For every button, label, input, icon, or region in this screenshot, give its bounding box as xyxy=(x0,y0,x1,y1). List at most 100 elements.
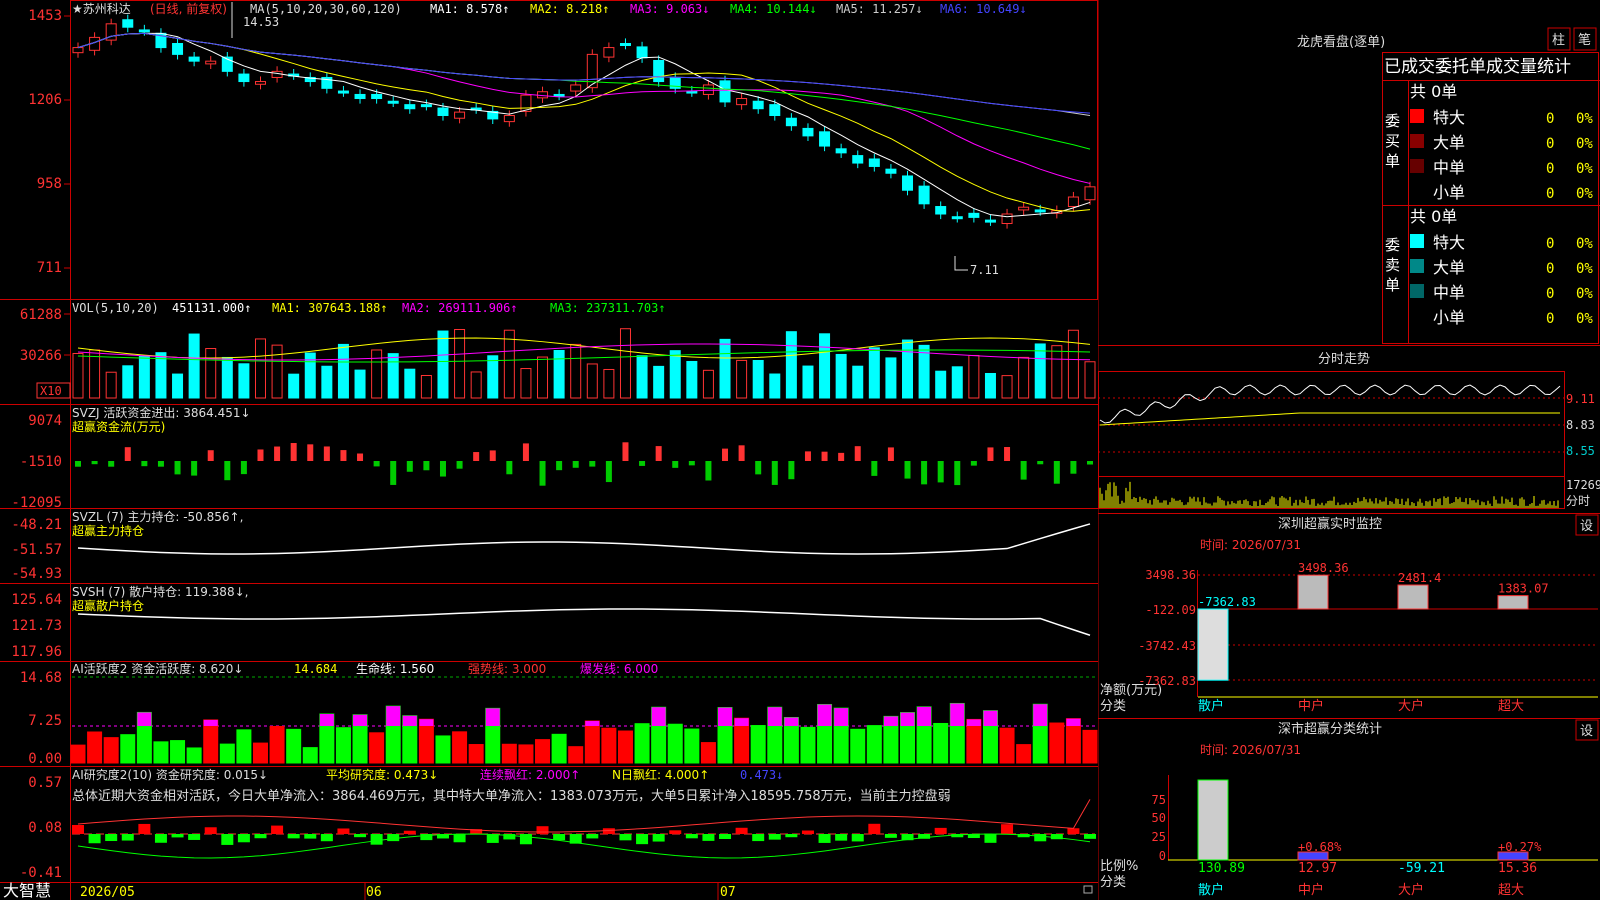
ai2-bar xyxy=(237,834,250,843)
ai2-bar xyxy=(619,834,632,841)
sell-total: 共 0单 xyxy=(1410,207,1457,226)
row-count: 0 xyxy=(1546,261,1554,277)
vol-unit: X10 xyxy=(40,384,62,398)
ai1-tick: 14.68 xyxy=(20,670,62,686)
svzj-bar xyxy=(290,443,297,461)
ai2-bar xyxy=(818,834,831,843)
ai1-bar xyxy=(634,723,650,764)
svzj-tick: -1510 xyxy=(20,454,62,470)
svzj-bar xyxy=(539,461,546,486)
svzj-bar xyxy=(937,461,944,483)
classify-tick: 50 xyxy=(1152,811,1166,825)
row-name: 小单 xyxy=(1433,183,1465,202)
row-color-swatch xyxy=(1410,134,1424,148)
svzj-tick: 9074 xyxy=(28,413,62,429)
volume-bar xyxy=(951,366,963,399)
volume-bar xyxy=(271,344,283,399)
svzj-bar xyxy=(970,461,977,466)
intraday-title: 分时走势 xyxy=(1318,351,1370,367)
ai1-bar-top xyxy=(137,712,152,726)
ai1-bar-top xyxy=(900,712,915,726)
classify-bar-value: 15.36 xyxy=(1498,861,1537,876)
volume-bar xyxy=(321,365,333,399)
ai2-bar xyxy=(851,834,864,842)
ai1-bar xyxy=(1016,744,1032,764)
ai1-bar-top xyxy=(419,719,434,726)
svsh-sub: 超赢散户持仓 xyxy=(72,598,144,613)
volume-bar xyxy=(205,348,217,399)
svzj-bar xyxy=(522,443,529,461)
lock-icon[interactable] xyxy=(1083,885,1093,894)
ai1-bar-top xyxy=(319,713,334,726)
ai2-bar xyxy=(88,834,101,844)
ai1-bar-top xyxy=(834,708,849,726)
svzj-bar xyxy=(506,461,513,475)
ai2-bar xyxy=(702,834,715,841)
volume-bar xyxy=(702,369,714,399)
svzj-bar xyxy=(1087,461,1093,465)
svsh-label: SVSH (7) 散户持仓: 119.388↓, xyxy=(72,584,248,599)
ma4-value: MA4: 10.144↓ xyxy=(730,2,817,16)
ai2-bar xyxy=(72,824,84,834)
ai1-bar-top xyxy=(718,707,733,726)
main-chart-area[interactable]: ★苏州科达 (日线, 前复权) MA(5,10,20,30,60,120) MA… xyxy=(0,0,1098,900)
ai1-v3: 生命线: 1.560 xyxy=(356,661,434,676)
ai1-bar xyxy=(120,734,136,764)
stats-tabs[interactable]: 已成交委托单成交量统计 xyxy=(1384,57,1571,77)
ai1-bar xyxy=(153,741,169,764)
ai1-bar-top xyxy=(1066,718,1081,726)
ai1-bar-top xyxy=(917,706,932,726)
ai1-bar-top xyxy=(485,708,500,726)
classify-tick: 0 xyxy=(1159,849,1166,863)
volume-bar xyxy=(337,343,349,399)
ai2-bar xyxy=(752,834,765,842)
row-count: 0 xyxy=(1546,311,1554,327)
row-color-swatch xyxy=(1410,234,1424,248)
volume-bar xyxy=(89,349,101,399)
ai2-bar xyxy=(188,834,201,840)
ai1-bar xyxy=(568,746,584,764)
candle-body xyxy=(752,100,764,110)
volume-bar xyxy=(852,365,864,399)
classify-cat: 大户 xyxy=(1398,882,1424,898)
svsh-tick: 125.64 xyxy=(11,592,62,608)
ai1-bar xyxy=(236,729,252,764)
ai2-bar xyxy=(984,834,997,843)
ai2-bar xyxy=(1001,824,1014,834)
volume-bar xyxy=(935,370,947,399)
candle-body xyxy=(454,111,466,119)
row-pct: 0% xyxy=(1576,186,1593,202)
volume-bar xyxy=(835,353,847,399)
ai2-red-line xyxy=(77,799,1091,833)
volume-bar xyxy=(188,333,200,399)
candle-body xyxy=(802,127,814,137)
classify-tick: 25 xyxy=(1152,830,1166,844)
row-count: 0 xyxy=(1546,186,1554,202)
svzj-bar xyxy=(838,452,845,461)
candle-body xyxy=(819,131,831,147)
ai1-bar-top xyxy=(353,714,368,726)
row-name: 特大 xyxy=(1433,108,1465,127)
ai2-bar xyxy=(669,830,682,834)
svzj-bar xyxy=(1053,461,1060,484)
classify-cat: 中户 xyxy=(1298,882,1324,898)
volume-bar xyxy=(603,368,615,399)
candle-body xyxy=(404,104,416,110)
row-pct: 0% xyxy=(1576,261,1593,277)
svzl-line xyxy=(77,523,1091,555)
ai2-bar xyxy=(768,834,781,840)
ai1-label: AI活跃度2 资金活跃度: 8.620↓ xyxy=(72,661,243,676)
ma5-value: MA5: 11.257↓ xyxy=(836,2,923,16)
ai1-bar xyxy=(186,747,202,764)
ai1-bar xyxy=(369,732,385,764)
svzj-bars xyxy=(75,442,1093,486)
ai1-bar xyxy=(452,731,468,764)
vol-ma1: MA1: 307643.188↑ xyxy=(272,301,388,315)
ai2-bar xyxy=(254,834,267,839)
ai2-bar xyxy=(868,823,881,834)
volume-bar xyxy=(105,371,117,399)
monitor-tick: -3742.43 xyxy=(1138,639,1196,653)
svzj-bar xyxy=(323,446,330,461)
row-color-swatch xyxy=(1410,159,1424,173)
volume-bar xyxy=(1001,375,1013,399)
